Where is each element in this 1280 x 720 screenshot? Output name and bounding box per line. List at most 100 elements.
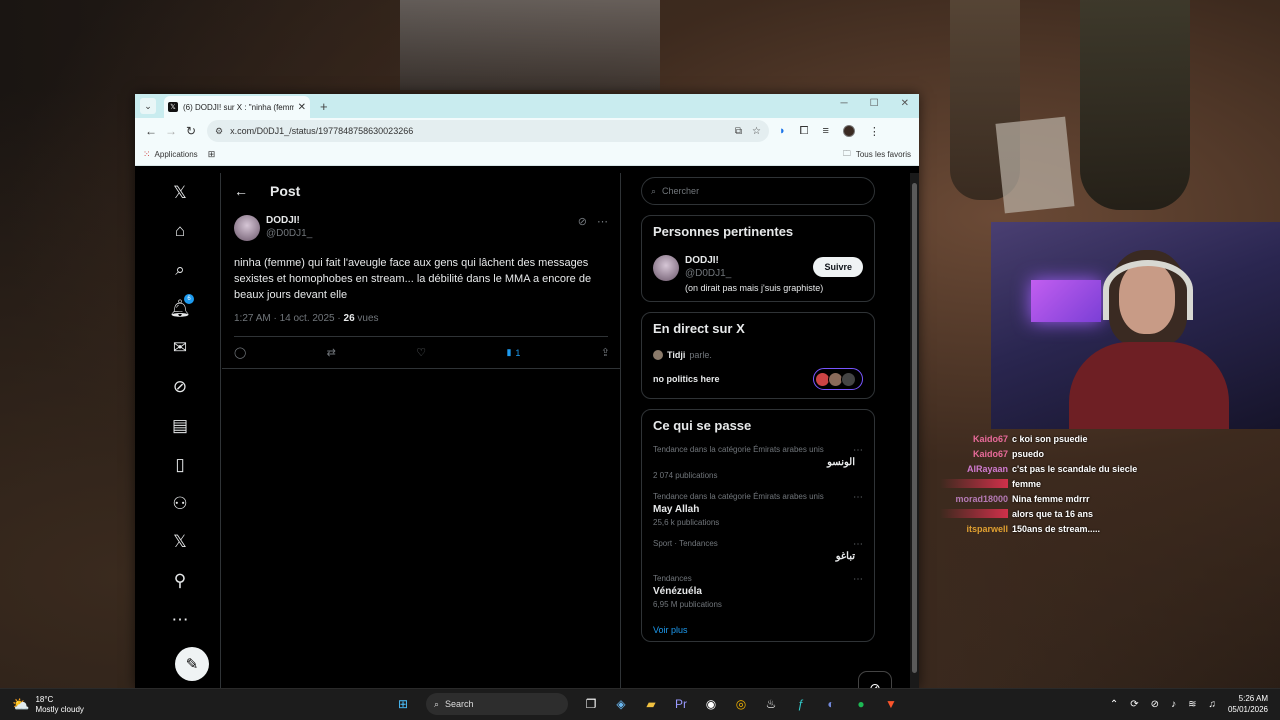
person-display-name[interactable]: DODJI! bbox=[685, 255, 731, 266]
chat-username[interactable]: AlRayaan bbox=[940, 464, 1008, 474]
site-info-icon[interactable]: ⚙ bbox=[215, 126, 223, 137]
trend-context: Tendance dans la catégorie Émirats arabe… bbox=[653, 492, 824, 501]
profile-avatar[interactable] bbox=[842, 125, 855, 137]
url-text: x.com/D0DJ1_/status/1977848758630023266 bbox=[230, 126, 414, 136]
person-avatar[interactable] bbox=[653, 255, 679, 281]
tray-overflow-icon[interactable]: ⌃ bbox=[1110, 699, 1118, 710]
app-icon[interactable]: ƒ bbox=[790, 693, 812, 715]
mic-icon[interactable]: ♪ bbox=[1171, 699, 1176, 710]
bookmarks-icon[interactable]: ▯ bbox=[168, 453, 192, 477]
trend-item[interactable]: Tendance dans la catégorie Émirats arabe… bbox=[653, 492, 863, 527]
maximize-icon[interactable]: ☐ bbox=[870, 98, 879, 109]
extensions-puzzle-icon[interactable]: ⧠ bbox=[800, 125, 809, 138]
minimize-icon[interactable]: ─ bbox=[841, 98, 848, 109]
repost-icon[interactable]: ⇄ bbox=[327, 346, 336, 359]
chat-username[interactable]: itsparwell bbox=[940, 524, 1008, 534]
trend-item[interactable]: Tendance dans la catégorie Émirats arabe… bbox=[653, 445, 863, 480]
trend-more-icon[interactable]: ⋯ bbox=[853, 492, 863, 503]
taskbar-search[interactable]: ⌕ Search bbox=[426, 693, 568, 715]
reply-icon[interactable]: ◯ bbox=[234, 346, 246, 359]
live-space[interactable]: no politics here bbox=[653, 368, 863, 390]
trend-count: 25,6 k publications bbox=[653, 518, 720, 527]
search-input[interactable]: ⌕ Chercher bbox=[641, 177, 875, 205]
back-arrow-icon[interactable]: ← bbox=[234, 183, 254, 199]
tab-groups-icon[interactable]: ⊞ bbox=[208, 149, 216, 160]
spotify-icon[interactable]: ● bbox=[850, 693, 872, 715]
task-view-icon[interactable]: ❐ bbox=[580, 693, 602, 715]
author-handle[interactable]: @D0DJ1_ bbox=[266, 228, 578, 239]
share-icon[interactable]: ⇪ bbox=[601, 346, 610, 359]
host-name: Tidji bbox=[667, 350, 686, 360]
chat-username[interactable]: Kaido67 bbox=[940, 449, 1008, 459]
show-more-link[interactable]: Voir plus bbox=[653, 625, 863, 635]
network-off-icon[interactable]: ⊘ bbox=[1151, 699, 1159, 710]
volume-icon[interactable]: ♫ bbox=[1208, 699, 1216, 710]
compose-post-button[interactable]: ✎ bbox=[175, 647, 209, 681]
trend-more-icon[interactable]: ⋯ bbox=[853, 574, 863, 585]
trend-item[interactable]: Tendances Vénézuéla 6,95 M publications … bbox=[653, 574, 863, 609]
page-scrollbar[interactable] bbox=[910, 173, 919, 688]
bookmark-button[interactable]: ▮ 1 bbox=[506, 347, 520, 358]
grok-icon[interactable]: ⊘ bbox=[168, 375, 192, 399]
sync-icon[interactable]: ⟳ bbox=[1130, 699, 1138, 710]
address-bar[interactable]: ⚙ x.com/D0DJ1_/status/197784875863002326… bbox=[207, 120, 769, 142]
relevant-person[interactable]: DODJI! @D0DJ1_ Suivre bbox=[653, 255, 863, 281]
install-app-icon[interactable]: ⧉ bbox=[735, 126, 742, 137]
notifications-icon[interactable]: 🔔︎ 6 bbox=[168, 294, 194, 321]
start-icon[interactable]: ⊞ bbox=[392, 693, 414, 715]
lists-icon[interactable]: ▤ bbox=[168, 414, 192, 438]
messages-icon[interactable]: ✉ bbox=[168, 336, 192, 360]
forward-icon[interactable]: → bbox=[161, 124, 181, 138]
grok-explain-icon[interactable]: ⊘ bbox=[578, 215, 587, 228]
chat-username[interactable]: Kaido67 bbox=[940, 434, 1008, 444]
clock[interactable]: 5:26 AM 05/01/2026 bbox=[1228, 693, 1268, 715]
chat-username[interactable]: morad18000 bbox=[940, 494, 1008, 504]
profile-icon[interactable]: ⚲ bbox=[168, 569, 192, 593]
reload-icon[interactable]: ↻ bbox=[181, 124, 201, 138]
close-window-icon[interactable]: ✕ bbox=[901, 98, 909, 109]
brave-icon[interactable]: ▼ bbox=[880, 693, 902, 715]
all-bookmarks[interactable]: 🗀 Tous les favoris bbox=[843, 148, 911, 162]
taskbar: ⛅ 18°C Mostly cloudy ⊞ ⌕ Search ❐ ◈ ▰ Pr… bbox=[0, 688, 1280, 720]
chrome-icon[interactable]: ◎ bbox=[730, 693, 752, 715]
premiere-icon[interactable]: Pr bbox=[670, 693, 692, 715]
chat-username[interactable] bbox=[940, 509, 1008, 518]
home-icon[interactable]: ⌂ bbox=[168, 219, 192, 243]
communities-icon[interactable]: ⚇ bbox=[168, 492, 192, 516]
scrollbar-thumb[interactable] bbox=[912, 183, 917, 673]
author-display-name[interactable]: DODJI! bbox=[266, 215, 578, 226]
new-tab-button[interactable]: + bbox=[320, 99, 328, 114]
menu-icon[interactable]: ⋮ bbox=[869, 125, 880, 138]
folder-icon: 🗀 bbox=[842, 148, 851, 158]
discord-icon[interactable]: ◐ bbox=[820, 693, 842, 715]
obs-icon[interactable]: ◉ bbox=[700, 693, 722, 715]
chat-username[interactable] bbox=[940, 479, 1008, 488]
tab-search-button[interactable]: ⌄ bbox=[140, 98, 156, 114]
tweet-timestamp[interactable]: 1:27 AM · 14 oct. 2025 · bbox=[234, 313, 344, 324]
close-tab-icon[interactable]: ✕ bbox=[298, 102, 306, 113]
steam-icon[interactable]: ♨ bbox=[760, 693, 782, 715]
follow-button[interactable]: Suivre bbox=[813, 257, 863, 277]
tweet-more-icon[interactable]: ⋯ bbox=[597, 215, 608, 228]
trend-more-icon[interactable]: ⋯ bbox=[853, 539, 863, 550]
grok-button-icon[interactable]: ⊘ bbox=[858, 671, 892, 688]
x-logo-icon[interactable]: 𝕏 bbox=[168, 181, 192, 205]
like-icon[interactable]: ♡ bbox=[416, 346, 426, 359]
search-icon[interactable]: ⌕ bbox=[168, 258, 192, 282]
extension-icon[interactable]: ◗ bbox=[779, 125, 786, 137]
trend-item[interactable]: Sport · Tendances تباغو ⋯ bbox=[653, 539, 863, 562]
weather-widget[interactable]: ⛅ 18°C Mostly cloudy bbox=[12, 695, 84, 715]
browser-tab[interactable]: 𝕏 (6) DODJI! sur X : "ninha (femme ✕ bbox=[164, 96, 310, 118]
wifi-icon[interactable]: ≋ bbox=[1188, 699, 1196, 710]
author-avatar[interactable] bbox=[234, 215, 260, 241]
back-icon[interactable]: ← bbox=[141, 124, 161, 138]
apps-bookmark[interactable]: Applications bbox=[155, 150, 198, 159]
file-explorer-icon[interactable]: ▰ bbox=[640, 693, 662, 715]
media-controls-icon[interactable]: ≡ bbox=[822, 125, 828, 137]
premium-icon[interactable]: 𝕏 bbox=[168, 530, 192, 554]
widgets-icon[interactable]: ◈ bbox=[610, 693, 632, 715]
live-title: En direct sur X bbox=[653, 321, 745, 336]
trend-more-icon[interactable]: ⋯ bbox=[853, 445, 863, 456]
more-icon[interactable]: ⋯ bbox=[168, 608, 192, 632]
bookmark-star-icon[interactable]: ☆ bbox=[752, 126, 761, 137]
